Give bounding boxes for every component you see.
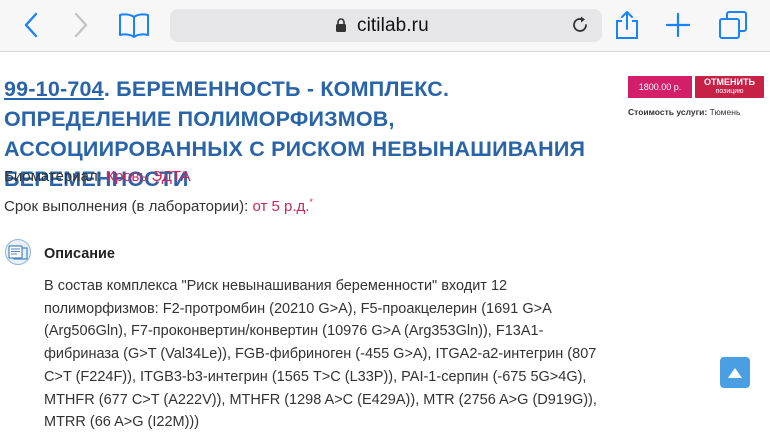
url-text: citilab.ru <box>357 15 429 36</box>
forward-button[interactable] <box>64 8 98 42</box>
document-icon <box>5 239 31 265</box>
biomaterial-value: Кровь ЭДТА <box>106 168 191 185</box>
bookmarks-button[interactable] <box>117 8 151 42</box>
address-bar[interactable]: citilab.ru <box>170 9 602 42</box>
term-label: Срок выполнения (в лаборатории): <box>4 198 249 215</box>
biomaterial-label: Биоматериал: <box>4 168 102 185</box>
description-text: В состав комплекса "Риск невынашивания б… <box>44 278 597 431</box>
price-badge: 1800.00 р. <box>628 76 692 98</box>
tabs-button[interactable] <box>716 8 750 42</box>
cancel-button-label: ОТМЕНИТЬ <box>704 77 755 87</box>
service-cost-line: Стоимость услуги: Тюмень <box>628 107 740 117</box>
new-tab-button[interactable] <box>661 8 695 42</box>
arrow-up-icon <box>728 367 742 378</box>
term-line: Срок выполнения (в лаборатории): от 5 р.… <box>4 197 313 215</box>
scroll-top-button[interactable] <box>720 357 750 388</box>
reload-icon[interactable] <box>570 15 590 35</box>
biomaterial-line: Биоматериал: Кровь ЭДТА <box>4 168 191 185</box>
cancel-button-sublabel: позицию <box>715 88 744 95</box>
cost-city: Тюмень <box>709 107 741 117</box>
lock-icon <box>336 18 346 32</box>
book-icon <box>119 13 149 38</box>
term-value: от 5 р.д. <box>252 198 310 215</box>
test-code-link[interactable]: 99-10-704 <box>4 77 104 101</box>
cost-label: Стоимость услуги: <box>628 107 708 117</box>
back-button[interactable] <box>14 8 48 42</box>
share-icon <box>616 11 638 39</box>
share-button[interactable] <box>610 8 644 42</box>
plus-icon <box>665 12 691 38</box>
description-heading: Описание <box>44 246 115 262</box>
term-footnote-star: * <box>309 197 313 207</box>
tabs-icon <box>719 11 747 39</box>
cancel-position-button[interactable]: ОТМЕНИТЬ позицию <box>695 76 764 98</box>
chevron-left-icon <box>24 12 38 38</box>
chevron-right-icon <box>74 12 88 38</box>
browser-toolbar: citilab.ru <box>0 0 770 52</box>
